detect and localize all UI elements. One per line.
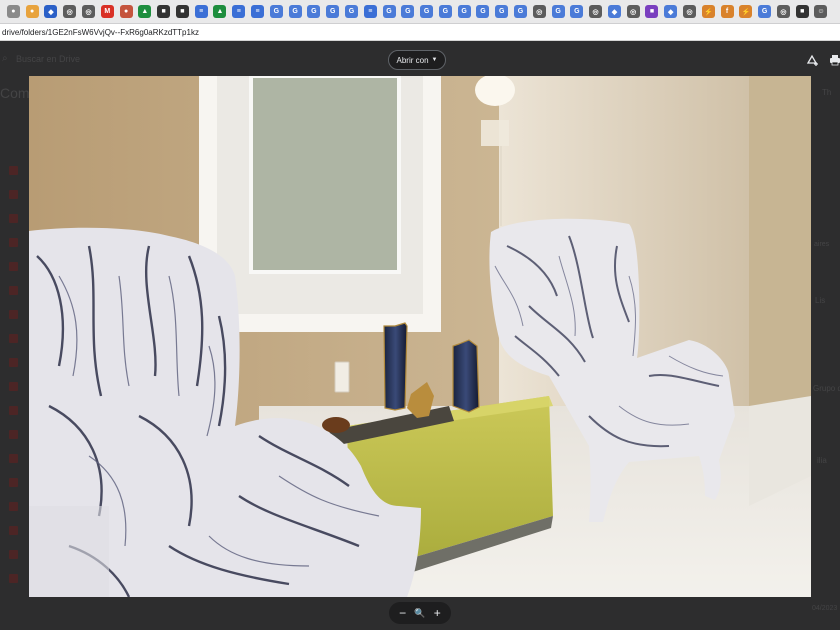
address-bar[interactable]: drive/folders/1GE2nFsW6VvjQv--FxR6g0aRKz… bbox=[0, 24, 840, 41]
address-url[interactable]: drive/folders/1GE2nFsW6VvjQv--FxR6g0aRKz… bbox=[2, 28, 199, 37]
globe-icon[interactable]: ◎ bbox=[683, 5, 697, 18]
add-to-drive-icon[interactable] bbox=[805, 53, 819, 67]
photo-preview[interactable] bbox=[29, 76, 811, 597]
drive-icon[interactable]: ▲ bbox=[213, 5, 227, 18]
diamond-icon[interactable]: ◆ bbox=[664, 5, 678, 18]
docs-icon[interactable]: ≡ bbox=[232, 5, 246, 18]
open-with-button[interactable]: Abrir con ▼ bbox=[388, 50, 446, 70]
globe-icon[interactable]: ◎ bbox=[63, 5, 77, 18]
app-icon[interactable]: ■ bbox=[157, 5, 171, 18]
globe-icon[interactable]: ◎ bbox=[82, 5, 96, 18]
docs-icon[interactable]: ≡ bbox=[251, 5, 265, 18]
app-icon[interactable]: ■ bbox=[645, 5, 659, 18]
alien-icon[interactable]: ☺ bbox=[814, 5, 828, 18]
open-with-label: Abrir con bbox=[396, 55, 429, 65]
lightning-icon[interactable]: ⚡ bbox=[739, 5, 753, 18]
globe-icon[interactable]: ◎ bbox=[532, 5, 546, 18]
lightning-icon[interactable]: ⚡ bbox=[701, 5, 715, 18]
browser-tab-bar: ● ● ◆ ◎ ◎ M ● ▲ ■ ■ ≡ ▲ ≡ ≡ G G G G G ≡ G G G G G G G G ◎ G G ◎ ◆ ◎ ■ ◆ ◎ ⚡ f ⚡… bbox=[0, 0, 840, 24]
zoom-in-button[interactable]: + bbox=[429, 602, 445, 624]
app-icon[interactable]: ■ bbox=[795, 5, 809, 18]
drive-icon[interactable]: ▲ bbox=[138, 5, 152, 18]
circle-f-icon[interactable]: f bbox=[720, 5, 734, 18]
g-icon[interactable]: G bbox=[401, 5, 415, 18]
g-icon[interactable]: G bbox=[438, 5, 452, 18]
g-icon[interactable]: G bbox=[326, 5, 340, 18]
g-icon[interactable]: G bbox=[420, 5, 434, 18]
g-icon[interactable]: G bbox=[307, 5, 321, 18]
zoom-controls: − 🔍 + bbox=[389, 602, 451, 624]
globe-icon[interactable]: ◎ bbox=[776, 5, 790, 18]
diamond-icon[interactable]: ◆ bbox=[607, 5, 621, 18]
g-icon[interactable]: G bbox=[382, 5, 396, 18]
print-icon[interactable] bbox=[828, 53, 840, 67]
caret-down-icon: ▼ bbox=[431, 57, 438, 63]
docs-icon[interactable]: ≡ bbox=[363, 5, 377, 18]
shield-icon[interactable]: ◆ bbox=[44, 5, 58, 18]
g-icon[interactable]: G bbox=[476, 5, 490, 18]
g-icon[interactable]: G bbox=[758, 5, 772, 18]
app-icon[interactable]: ■ bbox=[175, 5, 189, 18]
g-icon[interactable]: G bbox=[513, 5, 527, 18]
zoom-icon[interactable]: 🔍 bbox=[412, 602, 428, 624]
docs-icon[interactable]: ≡ bbox=[194, 5, 208, 18]
google-multicolor-icon[interactable]: ● bbox=[119, 5, 133, 18]
g-icon[interactable]: G bbox=[269, 5, 283, 18]
g-icon[interactable]: G bbox=[570, 5, 584, 18]
globe-icon[interactable]: ◎ bbox=[589, 5, 603, 18]
g-icon[interactable]: G bbox=[288, 5, 302, 18]
g-icon[interactable]: G bbox=[457, 5, 471, 18]
zoom-out-button[interactable]: − bbox=[395, 602, 411, 624]
g-icon[interactable]: G bbox=[344, 5, 358, 18]
g-icon[interactable]: G bbox=[551, 5, 565, 18]
chrome-icon[interactable]: ● bbox=[6, 5, 20, 18]
globe-icon[interactable]: ◎ bbox=[626, 5, 640, 18]
google-multicolor-icon[interactable]: ● bbox=[25, 5, 39, 18]
g-icon[interactable]: G bbox=[495, 5, 509, 18]
gmail-icon[interactable]: M bbox=[100, 5, 114, 18]
